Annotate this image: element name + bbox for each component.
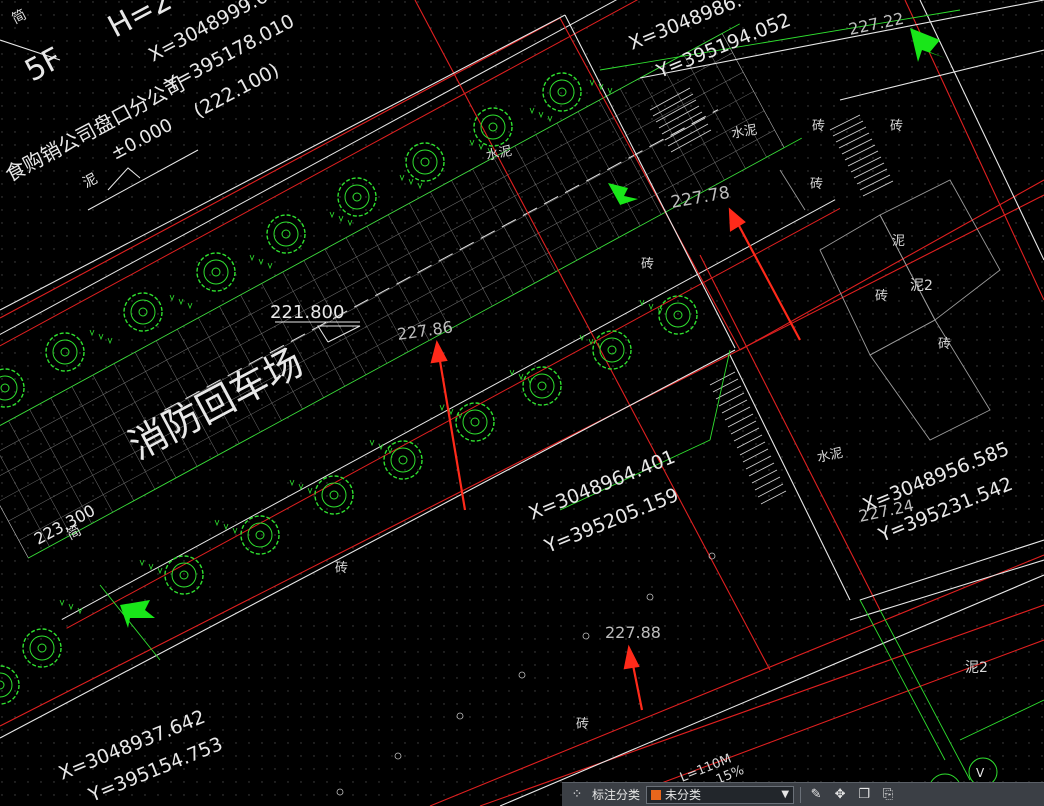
ridge-label: V bbox=[976, 766, 985, 780]
elev-22788: 227.88 bbox=[605, 623, 661, 642]
brick-3: 砖 bbox=[810, 177, 823, 192]
chevron-down-icon: ▼ bbox=[781, 789, 790, 800]
mud2-right: 泥2 bbox=[910, 278, 933, 294]
elev-221800: 221.800 bbox=[270, 302, 344, 323]
category-select-value: 未分类 bbox=[665, 788, 702, 802]
mud-right: 泥 bbox=[892, 234, 905, 249]
brick-6: 砖 bbox=[641, 257, 654, 272]
category-grid-icon[interactable]: ⁘ bbox=[568, 786, 586, 804]
mud2-bottom: 泥2 bbox=[965, 660, 988, 676]
brick-5: 砖 bbox=[938, 337, 951, 352]
category-label: 标注分类 bbox=[592, 788, 641, 802]
cad-drawing-canvas[interactable]: 5F H=2 X=3048999.64 Y=395178.010 (222.10… bbox=[0, 0, 1044, 806]
brick-1: 砖 bbox=[812, 119, 825, 134]
toolbar-divider bbox=[800, 786, 802, 803]
annotation-toolbar: ⁘ 标注分类 未分类 ▼ ✎ ✥ ❐ ⎘ bbox=[562, 782, 1044, 806]
paste-icon[interactable]: ⎘ bbox=[879, 786, 897, 804]
brick-8: 砖 bbox=[576, 717, 589, 732]
brick-4: 砖 bbox=[875, 289, 888, 304]
category-color-swatch bbox=[651, 789, 662, 800]
copy-icon[interactable]: ❐ bbox=[855, 786, 873, 804]
category-select[interactable]: 未分类 ▼ bbox=[646, 785, 795, 804]
edit-icon[interactable]: ✎ bbox=[807, 786, 825, 804]
brick-7: 砖 bbox=[335, 561, 348, 576]
brick-2: 砖 bbox=[890, 119, 903, 134]
move-icon[interactable]: ✥ bbox=[831, 786, 849, 804]
